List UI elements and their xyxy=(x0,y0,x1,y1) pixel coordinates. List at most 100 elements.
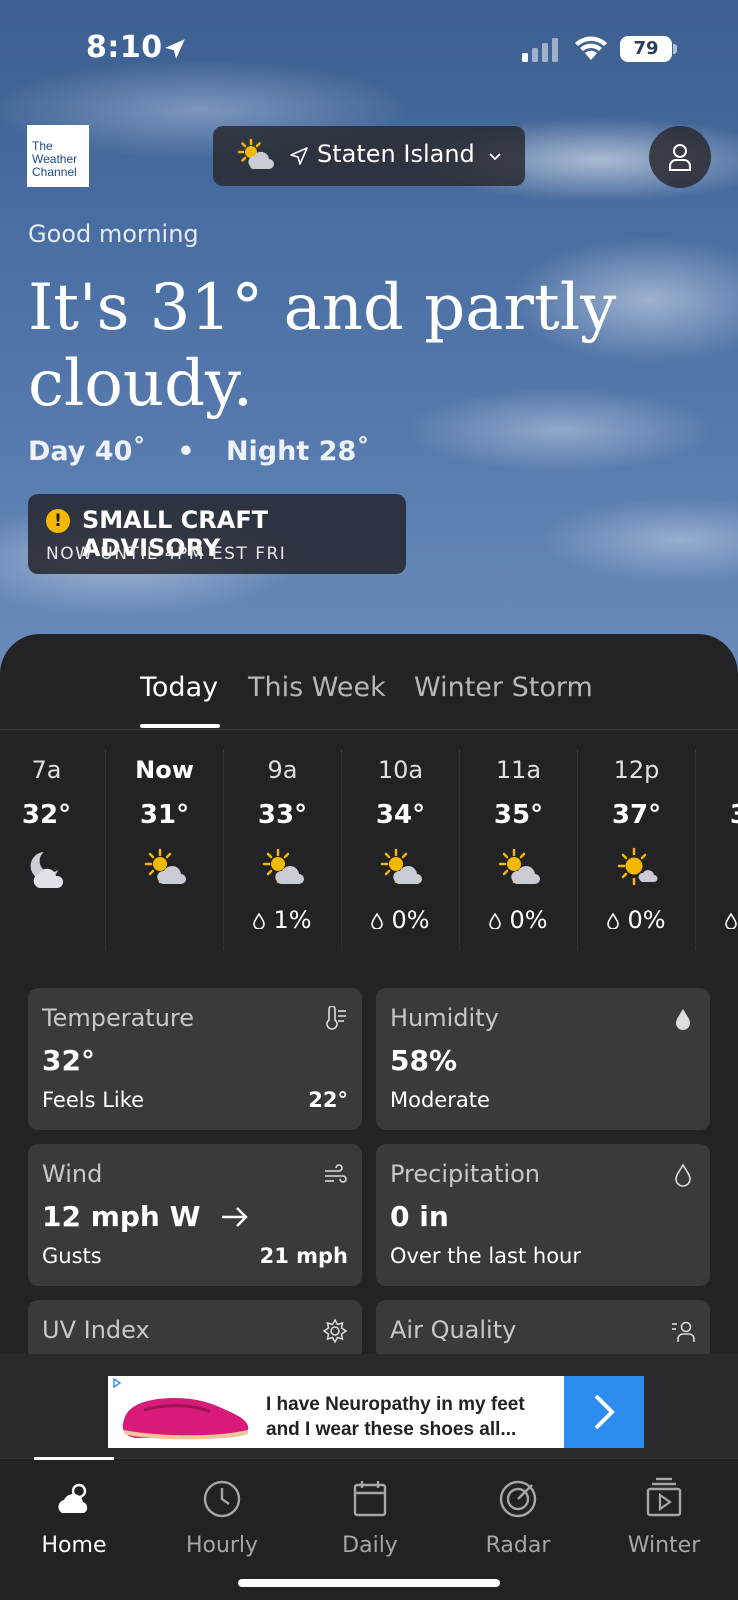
card-title: UV Index xyxy=(42,1316,150,1344)
radar-icon xyxy=(499,1480,537,1518)
hour-temp: 33° xyxy=(257,800,308,830)
ad-text: I have Neuropathy in my feet and I wear … xyxy=(266,1392,525,1442)
hour-precip: 0% xyxy=(342,906,459,934)
wind-card[interactable]: Wind 12 mph W Gusts 21 mph xyxy=(28,1144,362,1286)
precip-value: 0% xyxy=(627,906,666,934)
raindrop-icon xyxy=(725,913,738,929)
tab-today[interactable]: Today xyxy=(140,672,218,703)
hour-precip: 0% xyxy=(460,906,577,934)
precip-value: 1% xyxy=(273,906,312,934)
forecast-panel: Today This Week Winter Storm 7a 32° Now … xyxy=(0,634,738,1360)
cellular-signal-icon xyxy=(522,38,558,62)
ad-line-2: and I wear these shoes all... xyxy=(266,1419,517,1440)
shoe-image xyxy=(122,1398,249,1440)
thermometer-icon xyxy=(326,1006,346,1030)
nav-hourly[interactable]: Hourly xyxy=(162,1477,282,1558)
user-icon xyxy=(669,144,691,171)
calendar-icon xyxy=(353,1481,387,1517)
location-name: Staten Island xyxy=(317,140,475,168)
raindrop-icon xyxy=(607,913,620,929)
ad-cta-button[interactable] xyxy=(564,1376,644,1448)
navigation-arrow-icon xyxy=(290,147,308,165)
hour-label: 1p xyxy=(696,756,738,784)
day-night-temps: Day 40˚ • Night 28˚ xyxy=(28,436,370,467)
hourly-strip[interactable]: 7a 32° Now 31° 9a 33° 1% 10a 34° 0% 11a … xyxy=(0,750,738,950)
card-subtitle: Moderate xyxy=(390,1088,490,1112)
hour-precip: 0% xyxy=(696,906,738,934)
hour-temp: 35° xyxy=(493,800,544,830)
hour-temp: 38° xyxy=(696,800,738,830)
advisory-subtitle: NOW UNTIL 4PM EST FRI xyxy=(46,544,287,564)
precipitation-card[interactable]: Precipitation 0 in Over the last hour xyxy=(376,1144,710,1286)
home-indicator[interactable] xyxy=(238,1579,500,1587)
partly-cloudy-icon xyxy=(237,138,274,169)
wifi-icon xyxy=(575,36,607,60)
battery-tip xyxy=(673,44,677,54)
hourly-item[interactable]: 1p 38° 0% xyxy=(696,750,738,950)
hour-temp: 34° xyxy=(375,800,426,830)
hourly-item[interactable]: 10a 34° 0% xyxy=(342,750,460,950)
hour-label: Now xyxy=(135,756,194,784)
partly-cloudy-icon xyxy=(144,848,186,885)
card-subtitle: Feels Like xyxy=(42,1088,145,1112)
nav-radar[interactable]: Radar xyxy=(458,1477,578,1558)
nav-daily[interactable]: Daily xyxy=(310,1477,430,1558)
warning-icon: ! xyxy=(46,509,70,533)
battery-indicator: 79 xyxy=(620,36,672,62)
card-subtitle: Over the last hour xyxy=(390,1244,581,1268)
card-title: Humidity xyxy=(390,1004,499,1032)
humidity-card[interactable]: Humidity 58% Moderate xyxy=(376,988,710,1130)
nav-winter[interactable]: Winter xyxy=(604,1477,724,1558)
ad-container: I have Neuropathy in my feet and I wear … xyxy=(0,1354,738,1458)
video-icon xyxy=(646,1477,682,1517)
humidity-drop-icon xyxy=(676,1009,690,1030)
card-value-row: 12 mph W xyxy=(42,1200,250,1233)
location-selector[interactable]: Staten Island xyxy=(213,126,525,186)
wind-direction-arrow-icon xyxy=(222,1207,248,1227)
air-quality-card[interactable]: Air Quality xyxy=(376,1300,710,1360)
nav-label: Home xyxy=(41,1533,107,1558)
hourly-item-now[interactable]: Now 31° xyxy=(106,750,224,950)
precip-value: 0% xyxy=(509,906,548,934)
raindrop-icon xyxy=(489,913,502,929)
hour-precip: 0% xyxy=(578,906,695,934)
hour-temp: 37° xyxy=(611,800,662,830)
precip-value: 0% xyxy=(391,906,430,934)
cloudy-moon-icon xyxy=(30,852,64,888)
card-title: Precipitation xyxy=(390,1160,541,1188)
hourly-item[interactable]: 9a 33° 1% xyxy=(224,750,342,950)
card-secondary-value: 22° xyxy=(308,1088,348,1112)
temperature-card[interactable]: Temperature 32° Feels Like 22° xyxy=(28,988,362,1130)
advertisement-banner[interactable]: I have Neuropathy in my feet and I wear … xyxy=(108,1376,644,1448)
conditions-headline: It's 31° and partly cloudy. xyxy=(28,271,617,421)
profile-button[interactable] xyxy=(649,126,711,188)
card-value: 32° xyxy=(42,1044,95,1077)
card-value: 0 in xyxy=(390,1200,449,1233)
uv-index-card[interactable]: UV Index xyxy=(28,1300,362,1360)
separator-dot: • xyxy=(177,436,195,467)
partly-cloudy-icon xyxy=(262,848,304,885)
status-bar: 8:10 79 xyxy=(0,0,738,100)
forecast-tabs: Today This Week Winter Storm xyxy=(0,634,738,730)
wind-icon xyxy=(325,1164,347,1183)
hourly-item[interactable]: 12p 37° 0% xyxy=(578,750,696,950)
hour-precip: 1% xyxy=(224,906,341,934)
tab-this-week[interactable]: This Week xyxy=(248,672,386,703)
hourly-item[interactable]: 11a 35° 0% xyxy=(460,750,578,950)
active-tab-underline xyxy=(140,724,220,728)
weather-channel-logo[interactable]: The Weather Channel xyxy=(27,125,89,187)
night-temp: Night 28˚ xyxy=(225,436,370,467)
card-value: 12 mph W xyxy=(42,1200,201,1233)
bottom-navigation: Home Hourly Daily Radar Winter xyxy=(0,1457,738,1600)
nav-home[interactable]: Home xyxy=(14,1477,134,1558)
air-quality-icon xyxy=(672,1321,695,1342)
tab-winter-storm[interactable]: Winter Storm xyxy=(414,672,593,703)
hour-label: 10a xyxy=(377,756,424,784)
nav-label: Daily xyxy=(342,1533,398,1558)
status-time: 8:10 xyxy=(86,30,163,65)
logo-line-3: Channel xyxy=(32,165,77,179)
advisory-banner[interactable]: ! SMALL CRAFT ADVISORY NOW UNTIL 4PM EST… xyxy=(28,494,406,574)
chevron-right-icon xyxy=(594,1394,615,1430)
hourly-item[interactable]: 7a 32° xyxy=(0,750,106,950)
card-title: Temperature xyxy=(42,1004,195,1032)
